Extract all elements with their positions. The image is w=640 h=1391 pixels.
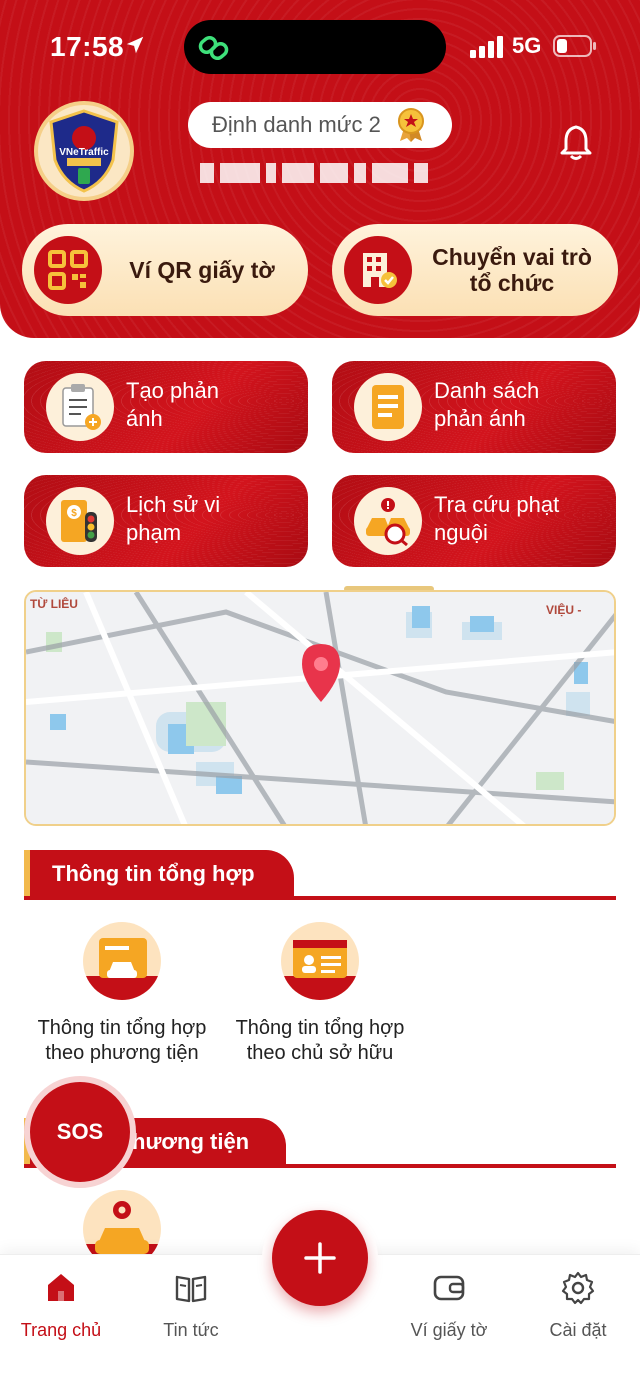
- feedback-list-card[interactable]: Danh sách phản ánh: [332, 361, 616, 453]
- dynamic-island: [184, 20, 446, 74]
- header: 17:58 5G VNeTraffic Định danh mức 2 Ví Q…: [0, 0, 640, 338]
- map-view[interactable]: TỪ LIÊU VIỆU -: [24, 590, 616, 826]
- map-graphic: TỪ LIÊU VIỆU -: [26, 592, 614, 824]
- status-time: 17:58: [50, 31, 125, 62]
- app-screen: 17:58 5G VNeTraffic Định danh mức 2 Ví Q…: [0, 0, 640, 1391]
- summary-section-title-text: Thông tin tổng hợp: [52, 861, 255, 886]
- network-type: 5G: [512, 33, 542, 58]
- switch-role-label: Chuyển vai trò tổ chức: [432, 243, 592, 296]
- create-feedback-label: Tạo phản ánh: [126, 378, 219, 431]
- status-bar: 17:58 5G: [0, 0, 640, 90]
- identity-level-badge[interactable]: Định danh mức 2: [188, 102, 452, 148]
- nav-wallet-label: Ví giấy tờ: [410, 1320, 488, 1340]
- location-arrow-icon: [126, 36, 144, 54]
- qr-wallet-label: Ví QR giấy tờ: [129, 256, 275, 283]
- nav-document-wallet[interactable]: Ví giấy tờ: [394, 1271, 504, 1341]
- home-icon: [48, 1274, 74, 1301]
- clipboard-add-icon: [46, 373, 114, 441]
- nav-news[interactable]: Tin tức: [136, 1271, 246, 1341]
- link-icon: [198, 35, 229, 61]
- app-logo: VNeTraffic: [34, 101, 134, 201]
- violation-history-icon: $: [46, 487, 114, 555]
- section-divider: [24, 896, 616, 900]
- medal-icon: [398, 108, 424, 142]
- summary-by-vehicle-label: Thông tin tổng hợp theo phương tiện: [37, 1017, 207, 1064]
- switch-organization-role-button[interactable]: Chuyển vai trò tổ chức: [332, 224, 618, 316]
- summary-by-owner[interactable]: Thông tin tổng hợp theo chủ sở hữu: [225, 922, 415, 1066]
- qr-wallet-button[interactable]: Ví QR giấy tờ: [22, 224, 308, 316]
- nav-settings-label: Cài đặt: [549, 1320, 607, 1340]
- wallet-icon: [433, 1275, 465, 1301]
- summary-by-owner-label: Thông tin tổng hợp theo chủ sở hữu: [235, 1017, 405, 1064]
- shield-icon: VNeTraffic: [49, 109, 119, 193]
- feedback-list-label: Danh sách phản ánh: [434, 378, 540, 431]
- summary-section-title: Thông tin tổng hợp: [24, 850, 294, 898]
- gear-icon: [561, 1271, 595, 1305]
- vehicle-card-icon: [83, 922, 161, 1000]
- signal-icon: [470, 36, 503, 58]
- plus-icon: [304, 1242, 336, 1274]
- fine-lookup-label: Tra cứu phạt nguội: [434, 492, 560, 545]
- svg-text:VNeTraffic: VNeTraffic: [59, 147, 109, 158]
- car-gear-icon: [83, 1190, 161, 1268]
- nav-settings[interactable]: Cài đặt: [523, 1271, 633, 1341]
- qr-icon: [34, 236, 102, 304]
- nav-news-label: Tin tức: [163, 1320, 219, 1340]
- sos-button[interactable]: SOS: [24, 1076, 136, 1188]
- svg-text:$: $: [71, 508, 77, 519]
- car-search-icon: [354, 487, 422, 555]
- user-name-redacted: [200, 158, 432, 188]
- map-label: VIỆU -: [546, 602, 581, 617]
- battery-icon: [553, 35, 596, 57]
- violation-history-card[interactable]: $ Lịch sử vi phạm: [24, 475, 308, 567]
- violation-history-label: Lịch sử vi phạm: [126, 492, 221, 545]
- owner-card-icon: [281, 922, 359, 1000]
- identity-level-text: Định danh mức 2: [212, 112, 381, 137]
- create-feedback-card[interactable]: Tạo phản ánh: [24, 361, 308, 453]
- bell-icon[interactable]: [558, 123, 594, 161]
- sos-label: SOS: [56, 1119, 104, 1144]
- nav-home-label: Trang chủ: [20, 1320, 102, 1340]
- vehicle-section-title-text: hương tiện: [132, 1129, 250, 1154]
- book-icon: [175, 1275, 207, 1303]
- map-label: TỪ LIÊU: [30, 596, 78, 611]
- add-button[interactable]: [272, 1210, 368, 1306]
- fine-lookup-card[interactable]: Tra cứu phạt nguội: [332, 475, 616, 567]
- document-list-icon: [354, 373, 422, 441]
- building-icon: [344, 236, 412, 304]
- summary-by-vehicle[interactable]: Thông tin tổng hợp theo phương tiện: [27, 922, 217, 1066]
- nav-home[interactable]: Trang chủ: [6, 1271, 116, 1341]
